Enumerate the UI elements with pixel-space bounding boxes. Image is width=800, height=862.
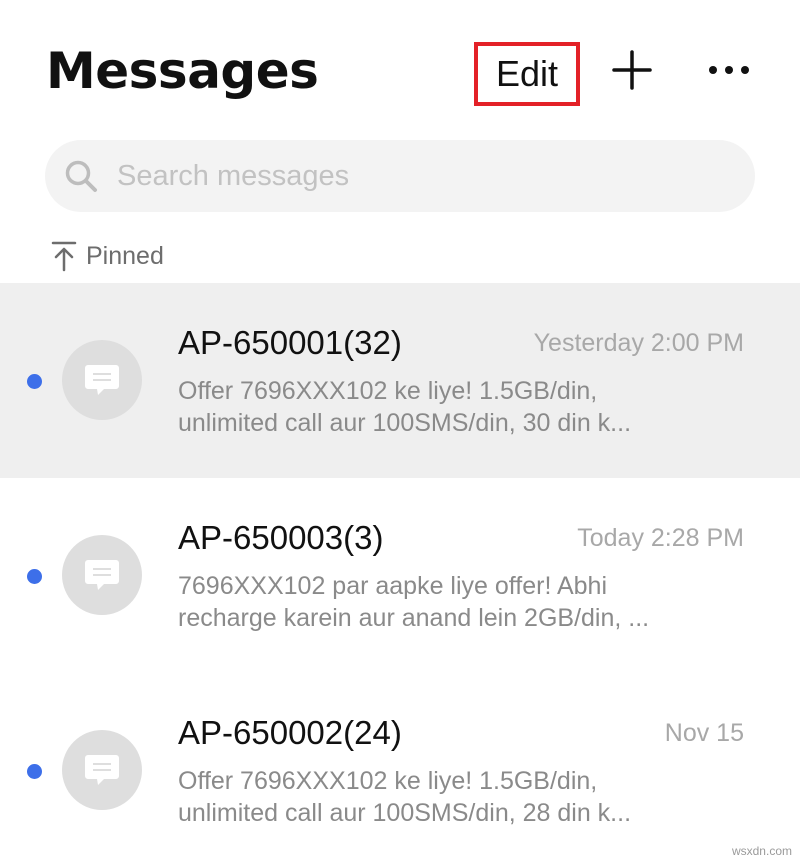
sender-name: AP-650003(3) bbox=[178, 519, 384, 556]
message-preview: 7696XXX102 par aapke liye offer! Abhi re… bbox=[178, 570, 738, 634]
avatar bbox=[62, 340, 142, 420]
more-options-button[interactable] bbox=[704, 50, 754, 90]
header: Messages Edit bbox=[0, 0, 800, 130]
message-time: Yesterday 2:00 PM bbox=[533, 329, 744, 357]
sender-name: AP-650002(24) bbox=[178, 714, 402, 751]
sender-name: AP-650001(32) bbox=[178, 324, 402, 361]
avatar bbox=[62, 730, 142, 810]
pinned-label-text: Pinned bbox=[86, 241, 164, 270]
message-bubble-icon bbox=[85, 560, 119, 590]
preview-line: unlimited call aur 100SMS/din, 28 din k.… bbox=[178, 799, 632, 827]
message-bubble-icon bbox=[85, 365, 119, 395]
search-icon bbox=[65, 160, 97, 192]
conversation-list: AP-650001(32) Yesterday 2:00 PM Offer 76… bbox=[0, 283, 800, 862]
add-conversation-button[interactable] bbox=[610, 48, 654, 92]
conversation-row[interactable]: AP-650002(24) Nov 15 Offer 7696XXX102 ke… bbox=[0, 673, 800, 862]
search-input[interactable] bbox=[117, 146, 717, 206]
pin-icon bbox=[51, 241, 77, 272]
message-bubble-icon bbox=[85, 755, 119, 785]
plus-icon bbox=[612, 50, 652, 90]
message-time: Today 2:28 PM bbox=[577, 524, 744, 552]
conversation-row[interactable]: AP-650001(32) Yesterday 2:00 PM Offer 76… bbox=[0, 283, 800, 478]
more-icon bbox=[709, 66, 749, 74]
preview-line: unlimited call aur 100SMS/din, 30 din k.… bbox=[178, 409, 632, 437]
unread-indicator bbox=[27, 569, 42, 584]
search-bar[interactable] bbox=[45, 140, 755, 212]
preview-line: recharge karein aur anand lein 2GB/din, … bbox=[178, 604, 650, 632]
message-preview: Offer 7696XXX102 ke liye! 1.5GB/din, unl… bbox=[178, 375, 738, 439]
preview-line: Offer 7696XXX102 ke liye! 1.5GB/din, bbox=[178, 377, 598, 405]
pinned-section-label: Pinned bbox=[50, 238, 164, 274]
conversation-row[interactable]: AP-650003(3) Today 2:28 PM 7696XXX102 pa… bbox=[0, 478, 800, 673]
message-time: Nov 15 bbox=[664, 719, 744, 747]
unread-indicator bbox=[27, 374, 42, 389]
avatar bbox=[62, 535, 142, 615]
edit-button[interactable]: Edit bbox=[474, 42, 580, 106]
watermark: wsxdn.com bbox=[731, 844, 792, 858]
message-preview: Offer 7696XXX102 ke liye! 1.5GB/din, unl… bbox=[178, 765, 738, 829]
page-title: Messages bbox=[46, 42, 319, 100]
unread-indicator bbox=[27, 764, 42, 779]
messages-app: Messages Edit Pinned bbox=[0, 0, 800, 862]
preview-line: Offer 7696XXX102 ke liye! 1.5GB/din, bbox=[178, 767, 598, 795]
preview-line: 7696XXX102 par aapke liye offer! Abhi bbox=[178, 572, 608, 600]
